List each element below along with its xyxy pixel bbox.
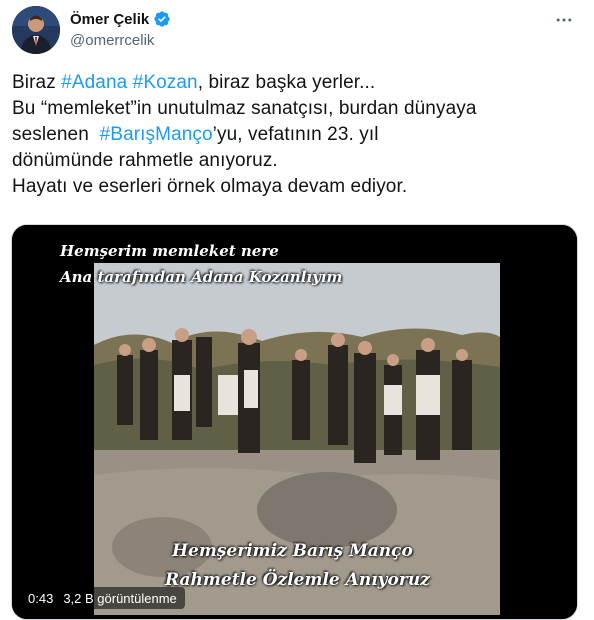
author-handle[interactable]: @omerrcelik — [70, 32, 171, 49]
tweet-line: seslenen #BarışManço’yu, vefatının 23. y… — [12, 122, 582, 148]
author-info: Ömer Çelik @omerrcelik — [70, 9, 171, 49]
text-span: Biraz — [12, 72, 62, 93]
tweet-text: Biraz #Adana #Kozan, biraz başka yerler.… — [12, 70, 582, 200]
avatar[interactable] — [12, 6, 60, 54]
video-views: 3,2 B görüntülenme — [63, 590, 177, 606]
video-duration: 0:43 — [28, 590, 54, 606]
hashtag-barismanco[interactable]: #BarışManço — [100, 124, 213, 145]
video-caption: Ana tarafından Adana Kozanlıyım — [60, 268, 343, 286]
video-info: 0:43 3,2 B görüntülenme — [20, 587, 185, 609]
text-span: ’yu, vefatının 23. yıl — [212, 124, 379, 145]
tweet-line: dönümünde rahmetle anıyoruz. — [12, 150, 278, 171]
video-caption: Hemşerim memleket nere — [60, 242, 279, 260]
tweet-line: Bu “memleket”in unutulmaz sanatçısı, bur… — [12, 98, 477, 119]
verified-badge-icon — [153, 10, 171, 28]
tweet-line: Hayatı ve eserleri örnek olmaya devam ed… — [12, 176, 408, 197]
video-caption: Rahmetle Özlemle Anıyoruz — [165, 570, 430, 590]
tweet: Ömer Çelik @omerrcelik Biraz #Adana #Koz… — [0, 0, 594, 620]
author-name[interactable]: Ömer Çelik — [70, 11, 149, 28]
tweet-line: Biraz #Adana #Kozan, biraz başka yerler.… — [12, 70, 582, 96]
text-span: , biraz başka yerler... — [197, 72, 376, 93]
video-player[interactable]: Hemşerim memleket nere Ana tarafından Ad… — [11, 224, 578, 620]
hashtag-kozan[interactable]: #Kozan — [133, 72, 198, 93]
video-caption: Hemşerimiz Barış Manço — [172, 541, 413, 561]
more-options-icon[interactable] — [552, 8, 576, 32]
hashtag-adana[interactable]: #Adana — [61, 72, 127, 93]
text-span: seslenen — [12, 124, 100, 145]
